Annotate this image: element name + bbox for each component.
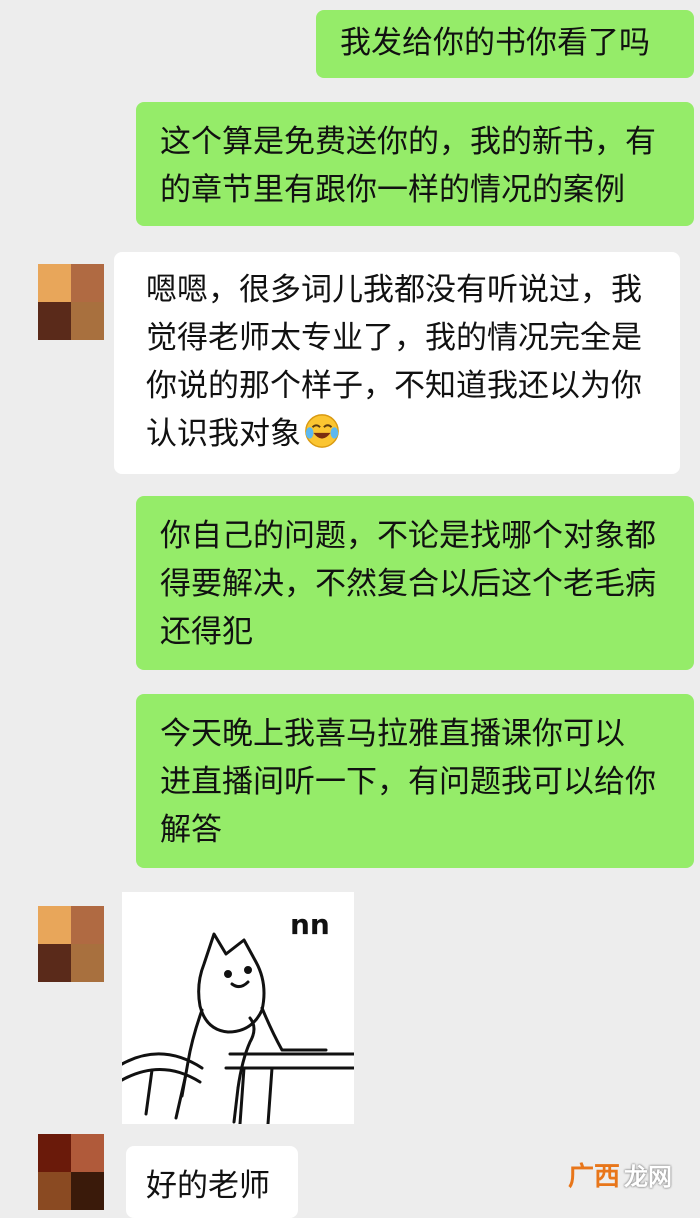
svg-text:nn: nn xyxy=(290,908,330,941)
contact-avatar[interactable] xyxy=(38,1134,104,1210)
contact-avatar[interactable] xyxy=(38,906,104,982)
message-text: 好的老师 xyxy=(146,1168,270,1204)
message-bubble-outgoing[interactable]: 我发给你的书你看了吗 xyxy=(316,10,694,78)
message-text: 我发给你的书你看了吗 xyxy=(340,25,650,61)
message-text: 嗯嗯，很多词儿我都没有听说过，我 xyxy=(146,272,642,308)
message-text: 你自己的问题，不论是找哪个对象都 xyxy=(160,518,656,554)
cat-sticker-icon: nn xyxy=(120,908,356,1126)
message-text-last-line: 认识我对象 xyxy=(146,410,680,458)
message-bubble-incoming[interactable]: 好的老师 xyxy=(126,1146,298,1218)
watermark: 广西 龙网 xyxy=(568,1156,672,1193)
message-text: 进直播间听一下，有问题我可以给你 xyxy=(160,764,656,800)
message-bubble-outgoing[interactable]: 你自己的问题，不论是找哪个对象都 得要解决，不然复合以后这个老毛病 还得犯 xyxy=(136,496,694,670)
watermark-text: 龙网 xyxy=(624,1163,672,1191)
message-text: 解答 xyxy=(160,812,222,848)
message-text: 认识我对象 xyxy=(146,416,301,452)
watermark-logo: 广西 xyxy=(567,1162,620,1192)
message-bubble-outgoing[interactable]: 这个算是免费送你的，我的新书，有 的章节里有跟你一样的情况的案例 xyxy=(136,102,694,226)
message-text: 觉得老师太专业了，我的情况完全是 xyxy=(146,320,642,356)
message-text: 得要解决，不然复合以后这个老毛病 xyxy=(160,566,656,602)
sticker-message[interactable]: nn xyxy=(120,892,356,1126)
message-text: 还得犯 xyxy=(160,614,253,650)
message-bubble-outgoing[interactable]: 今天晚上我喜马拉雅直播课你可以 进直播间听一下，有问题我可以给你 解答 xyxy=(136,694,694,868)
message-text: 你说的那个样子，不知道我还以为你 xyxy=(146,368,642,404)
message-text: 的章节里有跟你一样的情况的案例 xyxy=(160,172,625,208)
message-bubble-incoming[interactable]: 嗯嗯，很多词儿我都没有听说过，我 觉得老师太专业了，我的情况完全是 你说的那个样… xyxy=(114,252,680,474)
message-text: 今天晚上我喜马拉雅直播课你可以 xyxy=(160,716,625,752)
laughing-crying-emoji-icon xyxy=(305,414,339,448)
contact-avatar[interactable] xyxy=(38,264,104,340)
message-text: 这个算是免费送你的，我的新书，有 xyxy=(160,124,656,160)
